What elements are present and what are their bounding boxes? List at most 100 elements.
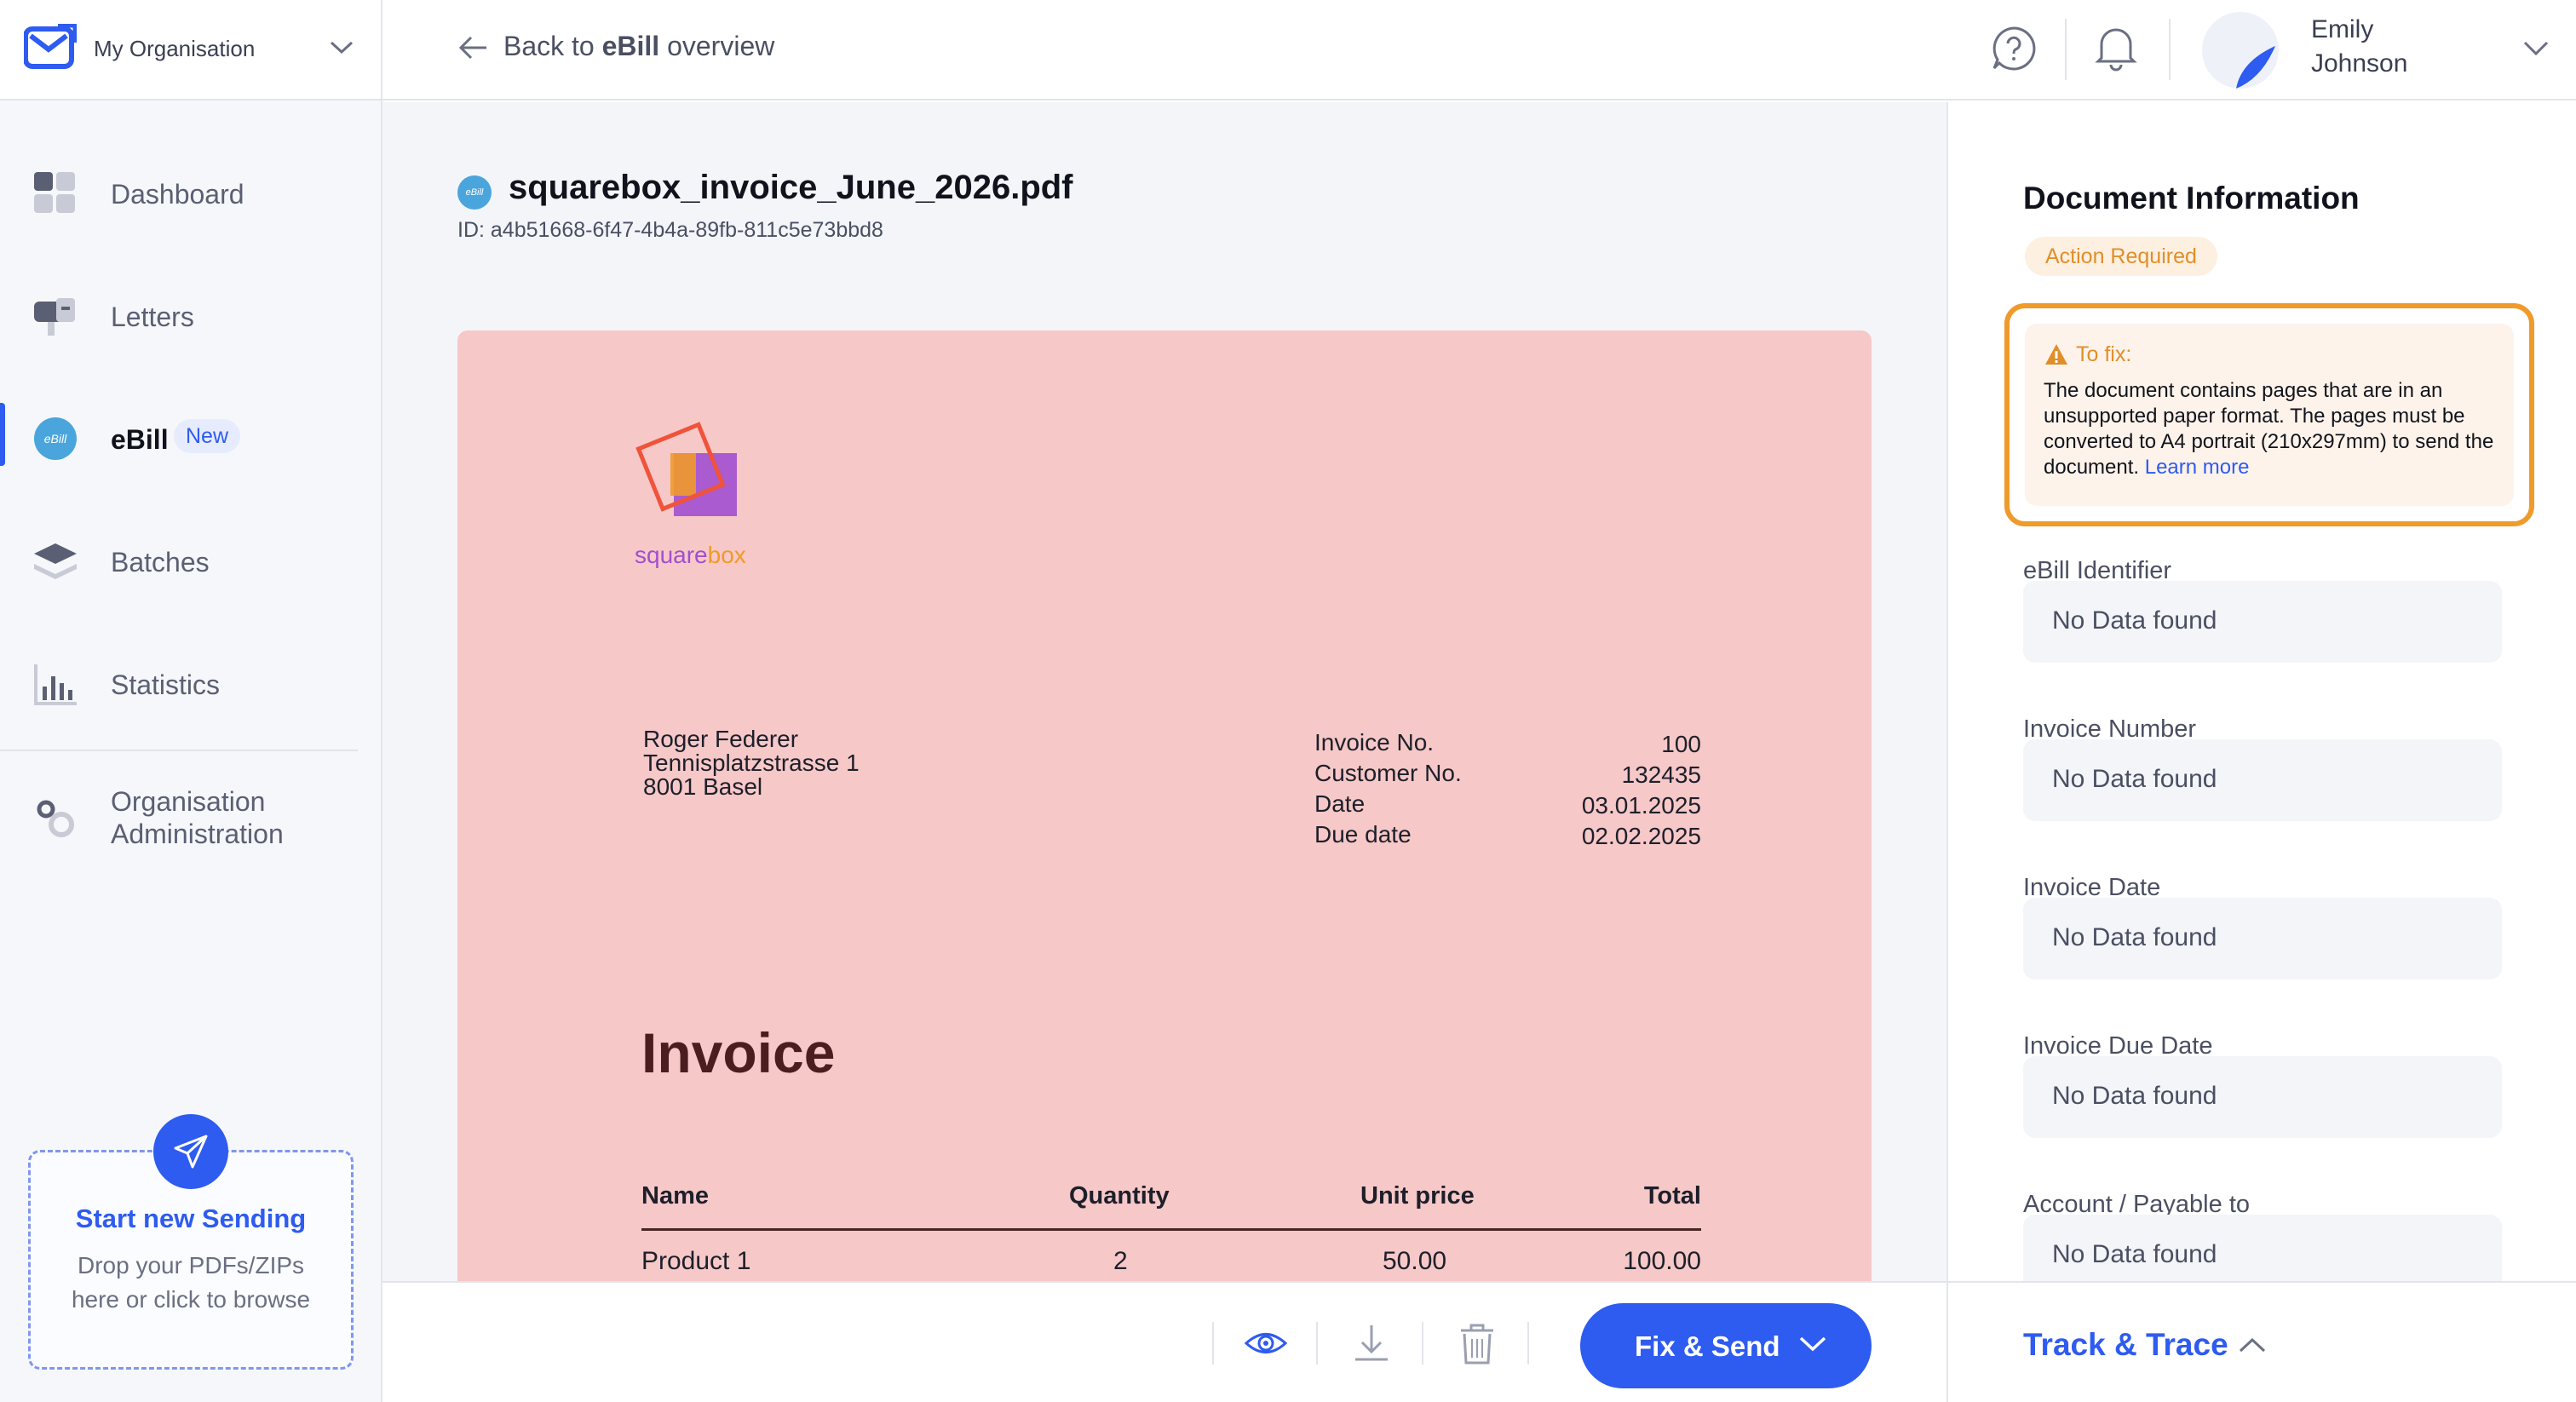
sidebar-item-letters[interactable]: Letters [0, 267, 381, 353]
address-line: Roger Federer [643, 726, 799, 752]
avatar-leaf-icon [2236, 46, 2275, 89]
trash-icon[interactable] [1454, 1320, 1500, 1366]
table-cell: Product 1 [641, 1247, 751, 1275]
sidebar-item-label: Batches [111, 547, 210, 577]
document-filename: squarebox_invoice_June_2026.pdf [509, 169, 1073, 206]
table-cell: 100.00 [1623, 1247, 1701, 1275]
fix-text: The document contains pages that are in … [2044, 379, 2494, 479]
fix-heading: To fix: [2076, 342, 2132, 366]
mailbox-icon [34, 298, 75, 336]
field-value-box: No Data found [2023, 581, 2502, 663]
admin-label-line2: Administration [111, 819, 284, 849]
action-bar: Fix & Send [382, 1281, 1946, 1402]
field-value: No Data found [2052, 765, 2217, 793]
action-separator [1527, 1322, 1529, 1365]
address-line: Tennisplatzstrasse 1 [643, 750, 860, 776]
fix-notice-inner: To fix: The document contains pages that… [2025, 324, 2514, 506]
sidebar-item-statistics[interactable]: Statistics [0, 635, 381, 721]
table-header: Unit price [1360, 1182, 1475, 1210]
mail-logo-icon [24, 24, 77, 69]
sidebar-item-label: Dashboard [111, 179, 244, 210]
squarebox-wordmark: squarebox [635, 542, 746, 569]
avatar[interactable] [2202, 12, 2279, 89]
field-value: No Data found [2052, 1082, 2217, 1110]
meta-value: 03.01.2025 [1581, 792, 1701, 819]
topbar-separator [2065, 19, 2067, 80]
action-separator [1212, 1322, 1214, 1365]
sidebar-item-dashboard[interactable]: Dashboard [0, 145, 381, 230]
meta-label: Date [1314, 790, 1366, 817]
track-and-trace-label[interactable]: Track & Trace [2023, 1327, 2228, 1363]
sidebar-divider [0, 750, 358, 751]
document-preview-area: eBill squarebox_invoice_June_2026.pdf ID… [382, 102, 1946, 1281]
admin-label-line1: Organisation [111, 786, 266, 817]
download-icon[interactable] [1348, 1320, 1394, 1366]
top-bar: Back to eBill overview Emily Johnson [382, 0, 2576, 101]
fix-notice: To fix: The document contains pages that… [2004, 303, 2534, 526]
sidebar: My Organisation Dashboard Letters eBill [0, 0, 382, 1402]
sidebar-item-label: Organisation Administration [111, 785, 284, 850]
arrow-left-icon[interactable] [456, 31, 490, 65]
table-header-rule [641, 1228, 1701, 1231]
meta-value: 100 [1661, 731, 1701, 757]
field-value: No Data found [2052, 606, 2217, 635]
back-suffix: overview [659, 31, 775, 61]
meta-label: Due date [1314, 821, 1412, 848]
back-prefix: Back to [503, 31, 602, 61]
send-icon [174, 1135, 208, 1169]
table-header: Quantity [1069, 1182, 1170, 1210]
svg-text:eBill: eBill [44, 432, 67, 445]
field-value: No Data found [2052, 923, 2217, 951]
meta-value: 132435 [1621, 761, 1701, 788]
sidebar-item-label: Statistics [111, 669, 221, 700]
chevron-down-icon[interactable] [2522, 39, 2550, 58]
sidebar-item-label: eBill [111, 424, 169, 455]
new-badge: New [174, 419, 241, 453]
ebill-badge-icon: eBill [457, 175, 492, 210]
hint-line2: here or click to browse [71, 1286, 311, 1313]
help-icon[interactable] [1991, 26, 2037, 72]
fix-and-send-label: Fix & Send [1635, 1330, 1780, 1362]
track-and-trace-toggle[interactable]: Track & Trace [1948, 1281, 2576, 1402]
document-info-panel: Document Information Action Required To … [1946, 102, 2576, 1402]
ebill-icon: eBill [34, 417, 77, 460]
warning-icon [2045, 344, 2067, 365]
bar-chart-icon [34, 664, 77, 705]
invoice-title: Invoice [641, 1021, 836, 1084]
wordmark-part2: box [707, 542, 746, 568]
bell-icon[interactable] [2093, 24, 2139, 72]
table-cell: 2 [1113, 1247, 1128, 1275]
layers-icon [34, 543, 77, 579]
table-header: Total [1643, 1182, 1701, 1210]
chevron-up-icon[interactable] [2238, 1336, 2267, 1354]
learn-more-link[interactable]: Learn more [2145, 456, 2250, 479]
table-header: Name [641, 1182, 709, 1210]
meta-label: Invoice No. [1314, 729, 1435, 756]
eye-icon[interactable] [1243, 1320, 1289, 1366]
document-id: ID: a4b51668-6f47-4b4a-89fb-811c5e73bbd8 [457, 218, 883, 242]
panel-title: Document Information [2023, 181, 2360, 215]
chevron-down-icon[interactable] [329, 39, 354, 56]
sidebar-item-organisation-administration[interactable]: Organisation Administration [0, 785, 381, 853]
start-sending-title[interactable]: Start new Sending [28, 1204, 354, 1234]
action-separator [1422, 1322, 1423, 1365]
organisation-name: My Organisation [94, 36, 256, 61]
field-value-box: No Data found [2023, 898, 2502, 980]
user-last-name[interactable]: Johnson [2311, 49, 2407, 78]
user-first-name[interactable]: Emily [2311, 15, 2373, 44]
back-to-overview-link[interactable]: Back to eBill overview [503, 31, 774, 62]
start-sending-button[interactable] [153, 1114, 228, 1189]
chevron-down-icon[interactable] [1798, 1334, 1827, 1354]
status-badge: Action Required [2025, 237, 2217, 276]
gear-icon [37, 800, 74, 837]
sidebar-item-batches[interactable]: Batches [0, 513, 381, 598]
organisation-switcher[interactable]: My Organisation [0, 0, 381, 101]
field-value-box: No Data found [2023, 739, 2502, 821]
address-line: 8001 Basel [643, 773, 763, 800]
squarebox-logo-icon [635, 422, 737, 516]
meta-label: Customer No. [1314, 760, 1462, 786]
topbar-separator [2169, 19, 2171, 80]
fix-and-send-button[interactable]: Fix & Send [1580, 1303, 1872, 1388]
back-bold: eBill [601, 31, 660, 61]
start-sending-hint: Drop your PDFs/ZIPs here or click to bro… [28, 1249, 354, 1317]
